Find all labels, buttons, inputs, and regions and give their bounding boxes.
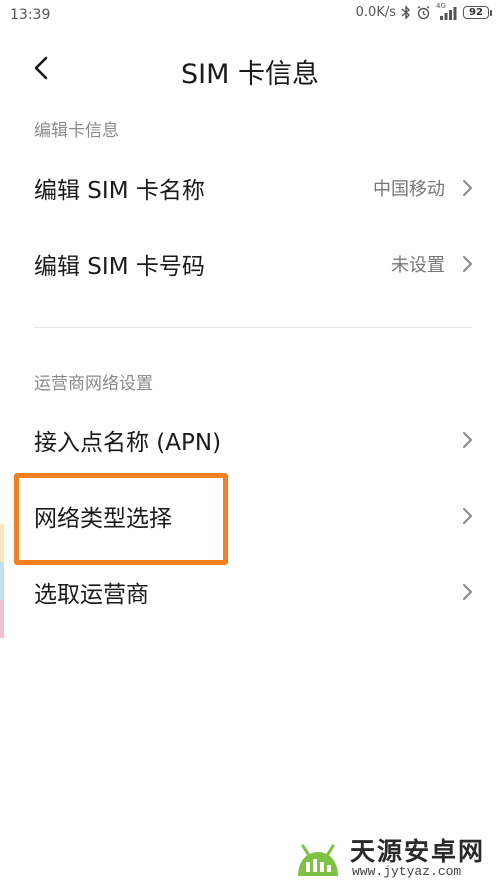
- edge-strip-blue: [0, 562, 4, 600]
- row-label: 编辑 SIM 卡名称: [34, 178, 205, 204]
- select-carrier-item[interactable]: 选取运营商: [0, 555, 500, 629]
- chevron-right-icon: [463, 508, 472, 524]
- battery-icon: 92: [463, 6, 489, 19]
- edge-strip-pink: [0, 600, 4, 638]
- status-time: 13:39: [10, 7, 51, 23]
- alarm-icon: [416, 5, 431, 20]
- watermark-title: 天源安卓网: [350, 837, 486, 866]
- row-label: 编辑 SIM 卡号码: [34, 254, 205, 280]
- row-value: 中国移动: [373, 179, 445, 200]
- row-label: 接入点名称 (APN): [34, 430, 222, 456]
- chevron-right-icon: [463, 256, 472, 272]
- apn-item[interactable]: 接入点名称 (APN): [0, 403, 500, 477]
- watermark: 天源安卓网 www.jytyaz.com: [292, 830, 492, 886]
- network-type: 4G: [436, 1, 446, 10]
- signal-icon: 4G: [436, 2, 458, 20]
- bluetooth-icon: [401, 5, 411, 20]
- status-bar: 13:39 0.0K/s 4G 92: [0, 0, 500, 30]
- section-divider: [34, 327, 472, 328]
- watermark-url: www.jytyaz.com: [352, 864, 462, 879]
- page-title: SIM 卡信息: [181, 59, 319, 90]
- section-header-carrier-network: 运营商网络设置: [34, 374, 153, 394]
- row-label: 选取运营商: [34, 582, 149, 608]
- android-logo-icon: [298, 844, 338, 876]
- chevron-right-icon: [463, 432, 472, 448]
- row-label: 网络类型选择: [34, 506, 172, 532]
- app-header: SIM 卡信息: [0, 40, 500, 96]
- chevron-right-icon: [463, 584, 472, 600]
- net-speed: 0.0K/s: [355, 5, 396, 20]
- edit-sim-number-item[interactable]: 编辑 SIM 卡号码 未设置: [0, 227, 500, 301]
- row-value: 未设置: [391, 255, 445, 276]
- battery-tip: [490, 9, 492, 16]
- section-header-card-info: 编辑卡信息: [34, 121, 119, 141]
- edge-strip-yellow: [0, 524, 4, 562]
- chevron-right-icon: [463, 180, 472, 196]
- edit-sim-name-item[interactable]: 编辑 SIM 卡名称 中国移动: [0, 151, 500, 225]
- network-type-item[interactable]: 网络类型选择: [0, 479, 500, 553]
- status-icons: 0.0K/s 4G 92: [355, 2, 492, 20]
